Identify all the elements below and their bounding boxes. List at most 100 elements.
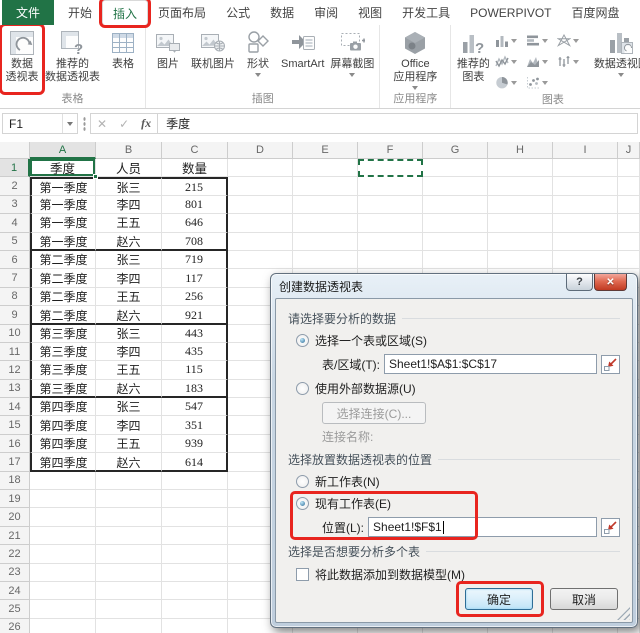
row-header-6[interactable]: 6 <box>0 250 30 270</box>
cell-I2[interactable] <box>553 177 618 196</box>
cell-B25[interactable] <box>96 600 162 619</box>
cell-C23[interactable] <box>162 563 228 582</box>
cell-H2[interactable] <box>488 177 553 196</box>
cell-C1[interactable]: 数量 <box>162 159 228 178</box>
cell-A10[interactable]: 第三季度 <box>30 324 96 343</box>
cell-J1[interactable] <box>618 159 640 178</box>
range-input[interactable]: Sheet1!$A$1:$C$17 <box>384 354 597 374</box>
cell-F4[interactable] <box>358 214 423 233</box>
cell-D5[interactable] <box>228 232 293 251</box>
cell-A18[interactable] <box>30 471 96 491</box>
tab-formulas[interactable]: 公式 <box>216 0 260 25</box>
cell-G1[interactable] <box>423 159 488 178</box>
cell-A17[interactable]: 第四季度 <box>30 453 96 472</box>
ok-button[interactable]: 确定 <box>465 588 533 610</box>
row-header-5[interactable]: 5 <box>0 232 30 251</box>
scatter-chart-icon[interactable] <box>526 76 557 89</box>
cell-E2[interactable] <box>293 177 358 196</box>
tab-view[interactable]: 视图 <box>348 0 392 25</box>
cell-C20[interactable] <box>162 508 228 527</box>
cell-I3[interactable] <box>553 195 618 215</box>
choose-connection-button[interactable]: 选择连接(C)... <box>322 402 426 424</box>
resize-grip[interactable] <box>617 607 630 620</box>
cell-B26[interactable] <box>96 618 162 633</box>
cell-B14[interactable]: 张三 <box>96 398 162 417</box>
range-picker-button[interactable] <box>601 354 620 374</box>
formula-input[interactable]: 季度 <box>158 113 638 134</box>
row-header-2[interactable]: 2 <box>0 177 30 196</box>
row-header-12[interactable]: 12 <box>0 361 30 380</box>
cell-H5[interactable] <box>488 232 553 251</box>
cell-A9[interactable]: 第二季度 <box>30 306 96 325</box>
cell-A26[interactable] <box>30 618 96 633</box>
cell-B1[interactable]: 人员 <box>96 159 162 178</box>
cell-F1[interactable] <box>358 159 423 178</box>
insert-function-icon[interactable]: fx <box>141 116 151 131</box>
radar-chart-icon[interactable] <box>557 34 588 47</box>
cell-A14[interactable]: 第四季度 <box>30 398 96 417</box>
cell-C8[interactable]: 256 <box>162 287 228 307</box>
enter-entry-icon[interactable]: ✓ <box>119 117 129 131</box>
cell-A24[interactable] <box>30 581 96 601</box>
cell-A16[interactable]: 第四季度 <box>30 434 96 454</box>
cell-A5[interactable]: 第一季度 <box>30 232 96 251</box>
row-header-10[interactable]: 10 <box>0 324 30 343</box>
cell-A20[interactable] <box>30 508 96 527</box>
cell-B5[interactable]: 赵六 <box>96 232 162 251</box>
tab-powerpivot[interactable]: POWERPIVOT <box>460 0 561 25</box>
cell-J5[interactable] <box>618 232 640 251</box>
tab-home[interactable]: 开始 <box>58 0 102 25</box>
row-header-18[interactable]: 18 <box>0 471 30 491</box>
cell-C9[interactable]: 921 <box>162 306 228 325</box>
cell-C17[interactable]: 614 <box>162 453 228 472</box>
cell-A3[interactable]: 第一季度 <box>30 195 96 215</box>
cell-B12[interactable]: 王五 <box>96 361 162 380</box>
cell-A15[interactable]: 第四季度 <box>30 416 96 435</box>
row-header-23[interactable]: 23 <box>0 563 30 582</box>
cell-C21[interactable] <box>162 526 228 546</box>
cell-G2[interactable] <box>423 177 488 196</box>
cell-A22[interactable] <box>30 545 96 564</box>
cell-B8[interactable]: 王五 <box>96 287 162 307</box>
cell-F6[interactable] <box>358 250 423 270</box>
cell-C22[interactable] <box>162 545 228 564</box>
row-header-9[interactable]: 9 <box>0 306 30 325</box>
cell-C13[interactable]: 183 <box>162 379 228 399</box>
cell-C14[interactable]: 547 <box>162 398 228 417</box>
cell-C18[interactable] <box>162 471 228 491</box>
cell-C24[interactable] <box>162 581 228 601</box>
column-header-H[interactable]: H <box>488 142 553 159</box>
row-header-17[interactable]: 17 <box>0 453 30 472</box>
tab-baidu-netdisk[interactable]: 百度网盘 <box>561 0 629 25</box>
cell-G3[interactable] <box>423 195 488 215</box>
cell-C26[interactable] <box>162 618 228 633</box>
cell-B16[interactable]: 王五 <box>96 434 162 454</box>
cell-J3[interactable] <box>618 195 640 215</box>
row-header-15[interactable]: 15 <box>0 416 30 435</box>
line-chart-icon[interactable] <box>495 55 526 68</box>
cell-B11[interactable]: 李四 <box>96 342 162 362</box>
column-header-I[interactable]: I <box>553 142 618 159</box>
fill-handle[interactable] <box>93 174 98 180</box>
pie-chart-icon[interactable] <box>495 76 526 89</box>
cell-D6[interactable] <box>228 250 293 270</box>
cell-A19[interactable] <box>30 490 96 509</box>
cell-B7[interactable]: 李四 <box>96 269 162 288</box>
cancel-button[interactable]: 取消 <box>550 588 618 610</box>
row-header-26[interactable]: 26 <box>0 618 30 633</box>
cell-B15[interactable]: 李四 <box>96 416 162 435</box>
cell-C12[interactable]: 115 <box>162 361 228 380</box>
cell-A25[interactable] <box>30 600 96 619</box>
cell-I4[interactable] <box>553 214 618 233</box>
column-header-C[interactable]: C <box>162 142 228 159</box>
column-header-E[interactable]: E <box>293 142 358 159</box>
online-pictures-button[interactable]: 联机图片 <box>188 26 238 92</box>
cell-C16[interactable]: 939 <box>162 434 228 454</box>
cell-E6[interactable] <box>293 250 358 270</box>
cell-D2[interactable] <box>228 177 293 196</box>
cell-A6[interactable]: 第二季度 <box>30 250 96 270</box>
area-chart-icon[interactable] <box>526 55 557 68</box>
dialog-help-button[interactable]: ? <box>566 274 593 291</box>
row-header-13[interactable]: 13 <box>0 379 30 399</box>
cell-B9[interactable]: 赵六 <box>96 306 162 325</box>
